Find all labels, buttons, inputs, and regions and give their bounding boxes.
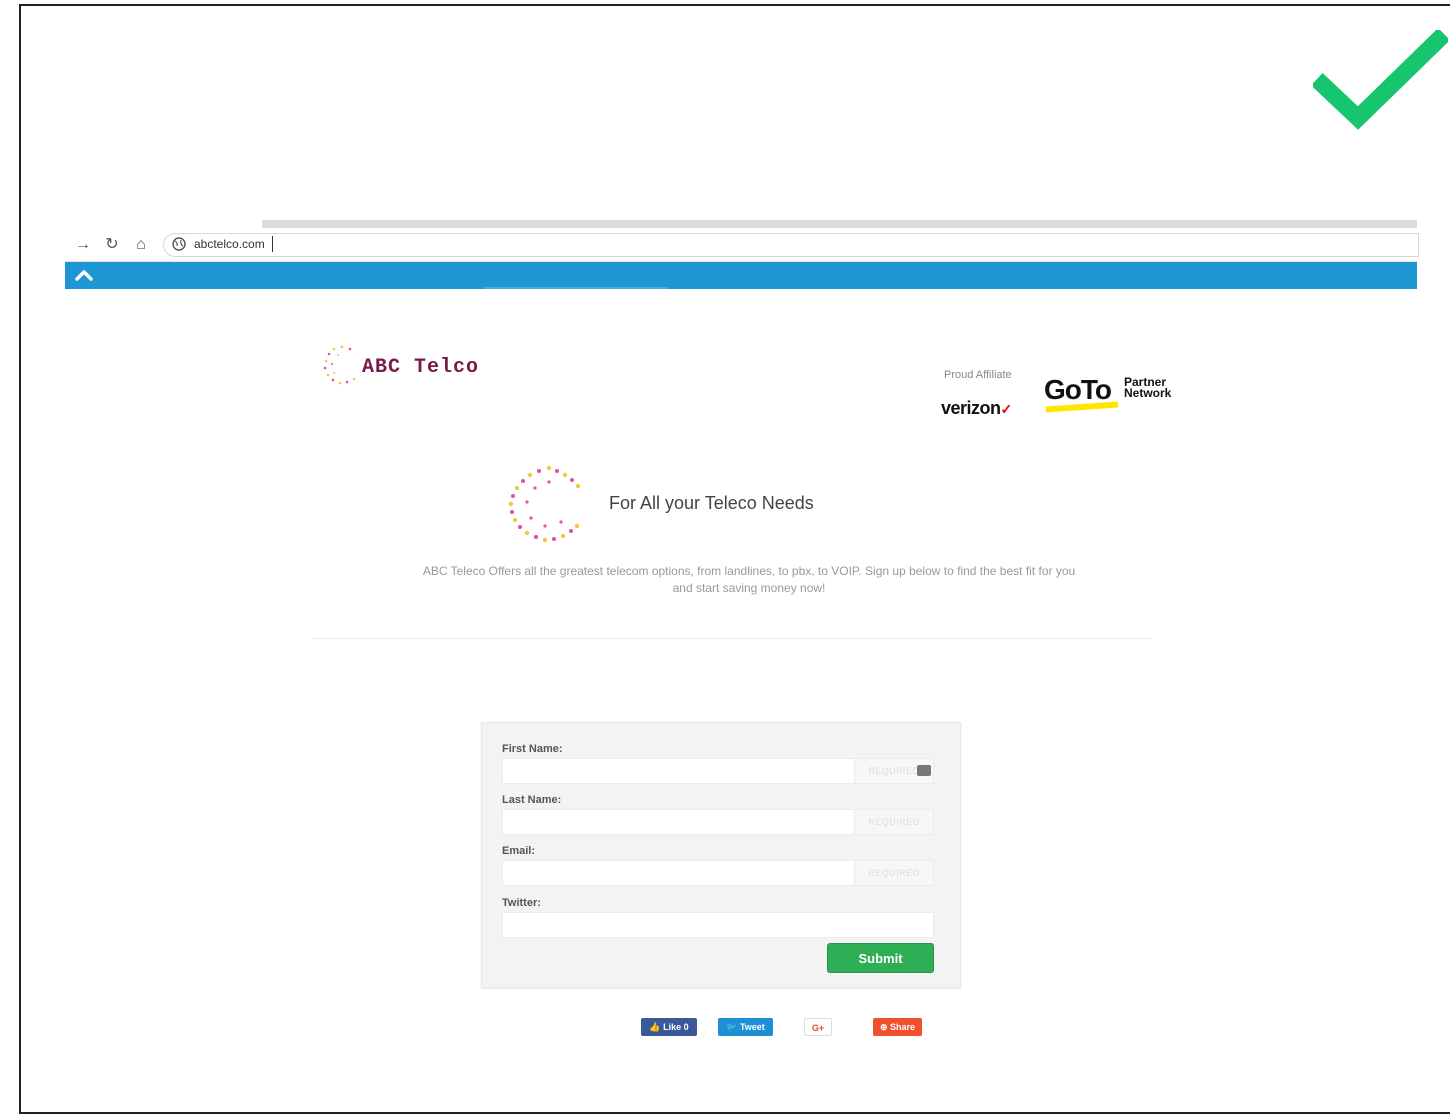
twitter-bird-icon: 🐦 [726, 1022, 738, 1032]
address-bar[interactable]: abctelco.com [163, 233, 1419, 257]
goto-partner-text: Partner Network [1124, 375, 1172, 400]
required-badge: REQUIRED [854, 861, 933, 885]
site-top-bar [65, 262, 1417, 289]
email-input[interactable]: REQUIRED [502, 860, 934, 886]
hero-dots-icon [508, 465, 581, 543]
thumbs-up-icon: 👍 [649, 1022, 661, 1032]
url-text: abctelco.com [194, 237, 265, 251]
goto-logo: GoTo Partner Network [1044, 374, 1171, 413]
twitter-input[interactable] [502, 912, 934, 938]
first-name-input[interactable]: REQUIRED [502, 758, 934, 784]
first-name-label: First Name: [502, 743, 563, 755]
required-badge: REQUIRED [854, 810, 933, 834]
logo-text: ABC Telco [362, 356, 480, 379]
signup-form: First Name: REQUIRED Last Name: REQUIRED… [481, 722, 961, 988]
twitter-label: Twitter: [502, 897, 541, 909]
reload-icon[interactable]: ↻ [102, 235, 122, 255]
facebook-like-button[interactable]: 👍 Like 0 [641, 1018, 697, 1036]
tagline: ABC Teleco Offers all the greatest telec… [380, 563, 1118, 597]
plus-icon: ⊕ [879, 1022, 888, 1032]
required-badge: REQUIRED [854, 759, 933, 783]
chevron-up-icon[interactable] [73, 266, 95, 284]
text-cursor [272, 236, 273, 252]
forward-icon[interactable]: → [73, 235, 93, 255]
last-name-label: Last Name: [502, 794, 562, 806]
tab-strip [262, 220, 1417, 228]
google-plus-button[interactable]: G+ [804, 1018, 832, 1036]
contact-card-icon[interactable] [917, 765, 931, 776]
checkmark-icon [1313, 30, 1448, 130]
globe-icon [172, 237, 186, 251]
verizon-text: verizon [941, 398, 1001, 418]
share-button[interactable]: ⊕ Share [873, 1018, 922, 1036]
hero-title: For All your Teleco Needs [609, 493, 814, 513]
tweet-button[interactable]: 🐦 Tweet [718, 1018, 773, 1036]
browser-toolbar: → ↻ ⌂ abctelco.com [65, 229, 1419, 262]
logo-dots-icon [323, 345, 356, 385]
verizon-logo: verizon✓ [941, 398, 1012, 419]
divider [312, 638, 1152, 639]
tagline-line-1: ABC Teleco Offers all the greatest telec… [422, 564, 1076, 578]
last-name-input[interactable]: REQUIRED [502, 809, 934, 835]
email-label: Email: [502, 845, 536, 857]
submit-button[interactable]: Submit [827, 943, 934, 973]
nav-underline [483, 287, 667, 289]
goto-text: GoTo [1044, 374, 1112, 405]
tagline-line-2: and start saving money now! [672, 581, 826, 595]
site-logo[interactable]: ABC Telco [320, 342, 500, 388]
affiliate-label: Proud Affiliate [944, 369, 1012, 381]
home-icon[interactable]: ⌂ [131, 235, 151, 255]
verizon-check-icon: ✓ [1000, 401, 1013, 417]
